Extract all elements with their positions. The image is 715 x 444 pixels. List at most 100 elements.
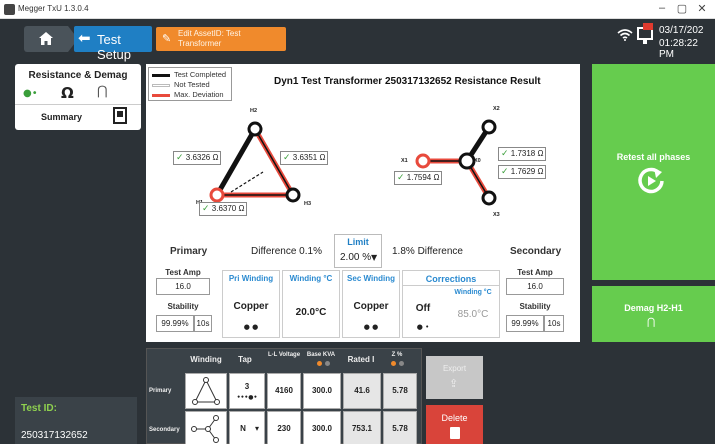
test-id-panel: Test ID: 250317132652: [15, 397, 137, 444]
winding-temp-field[interactable]: Winding °C 20.0°C: [282, 270, 340, 338]
pager-dots: ● ●: [243, 323, 259, 331]
divider: [15, 104, 141, 105]
secondary-rated-i: 753.1: [343, 411, 381, 444]
edit-asset-label: Edit AssetID: Test Transformer: [178, 29, 241, 48]
retest-all-phases-button[interactable]: Retest all phases: [592, 64, 715, 280]
node-h2-label: H2: [250, 108, 258, 114]
primary-h1-h3-value: ✓ 3.6370 Ω: [199, 202, 248, 216]
secondary-kva[interactable]: 300.0: [303, 411, 341, 444]
primary-z[interactable]: 5.78: [383, 373, 417, 409]
primary-delta-diagram: [209, 121, 301, 203]
demag-label: Demag H2-H1: [624, 303, 683, 313]
check-icon: ✓: [202, 204, 210, 214]
row-label-primary: Primary: [149, 388, 172, 394]
page-indicator-dots: ●•: [23, 88, 38, 99]
date-display: 03/17/202: [659, 25, 704, 36]
primary-voltage[interactable]: 4160: [267, 373, 301, 409]
retest-icon: [638, 167, 664, 194]
minimize-button[interactable]: –: [655, 2, 669, 14]
header-tap: Tap: [238, 355, 252, 364]
primary-tap-selector[interactable]: 3 •••●•: [229, 373, 265, 409]
back-arrow-icon: ⬅: [78, 29, 91, 47]
secondary-wye-diagram: [415, 119, 497, 206]
check-icon: ✓: [176, 153, 184, 163]
corr-winding-title: Winding °C: [454, 289, 492, 296]
edit-asset-button[interactable]: ✎ Edit AssetID: Test Transformer: [156, 27, 286, 51]
export-button[interactable]: Export ⇪: [426, 356, 483, 399]
sec-winding-value: Copper: [353, 301, 389, 312]
document-icon[interactable]: [113, 107, 127, 124]
primary-h2-h3-value: ✓ 3.6351 Ω: [280, 151, 329, 165]
test-id-value: 250317132652: [21, 430, 88, 441]
close-button[interactable]: ✕: [695, 2, 709, 15]
test-type-panel: Resistance & Demag ●• Ω ⋂ Summary: [15, 64, 141, 130]
resistance-icon[interactable]: Ω: [61, 84, 74, 102]
pri-winding-selector[interactable]: Pri Winding Copper ● ●: [222, 270, 280, 338]
alert-indicator: [643, 23, 653, 30]
node-x1-label: X1: [401, 158, 408, 164]
window-titlebar: Megger TxU 1.3.0.4 – ▢ ✕: [0, 0, 715, 19]
delete-button[interactable]: Delete: [426, 405, 483, 444]
home-icon: [39, 32, 53, 45]
primary-stability-time: 10s: [194, 315, 212, 332]
primary-difference: Difference 0.1%: [251, 246, 322, 257]
top-navigation-bar: ⬅ Test Setup ✎ Edit AssetID: Test Transf…: [0, 19, 715, 62]
legend-item-max-deviation: Max. Deviation: [152, 90, 232, 100]
summary-label[interactable]: Summary: [41, 112, 82, 122]
test-setup-button[interactable]: ⬅ Test Setup: [74, 26, 152, 62]
limit-title: Limit: [347, 237, 369, 247]
header-rated-i: Rated I: [347, 355, 375, 364]
secondary-label: Secondary: [510, 246, 562, 257]
primary-stability-label: Stability: [167, 302, 199, 311]
header-kva: Base KVA: [306, 352, 336, 358]
results-title: Dyn1 Test Transformer 250317132652 Resis…: [274, 76, 541, 87]
resistance-results-panel: Test Completed Not Tested Max. Deviation…: [146, 64, 580, 342]
demag-button[interactable]: Demag H2-H1 ⋂: [592, 286, 715, 342]
secondary-tap-selector[interactable]: N ▾: [229, 411, 265, 444]
header-voltage: L-L Voltage: [267, 352, 301, 358]
secondary-winding-diagram-cell[interactable]: [185, 411, 227, 444]
test-id-label: Test ID:: [21, 403, 57, 414]
limit-select[interactable]: Limit 2.00 % ▼: [334, 234, 382, 268]
primary-test-amp-field[interactable]: 16.0: [156, 278, 210, 295]
secondary-stability-value: 99.99%: [506, 315, 544, 332]
home-button[interactable]: [24, 26, 78, 52]
time-display: 01:28:22 PM: [659, 38, 698, 60]
secondary-x2-x0-value: ✓ 1.7318 Ω: [498, 147, 547, 161]
node-h3-label: H3: [304, 201, 312, 207]
pri-winding-value: Copper: [233, 301, 269, 312]
kva-indicator-dot: [317, 361, 322, 366]
legend-swatch: [152, 84, 170, 87]
maximize-button[interactable]: ▢: [675, 2, 689, 15]
check-icon: ✓: [501, 149, 509, 159]
primary-label: Primary: [170, 246, 208, 257]
delete-label: Delete: [441, 413, 468, 423]
wye-icon: [191, 415, 219, 443]
secondary-z[interactable]: 5.78: [383, 411, 417, 444]
legend-item-completed: Test Completed: [152, 70, 232, 80]
sec-winding-selector[interactable]: Sec Winding Copper ● ●: [342, 270, 400, 338]
row-label-secondary: Secondary: [149, 427, 180, 433]
z-indicator-dot: [391, 361, 396, 366]
magnet-icon[interactable]: ⋂: [97, 84, 108, 99]
winding-table: Winding Tap L-L Voltage Base KVA Rated I…: [146, 348, 422, 444]
corrections-group: Corrections Off ● • Winding °C 85.0°C: [402, 270, 500, 338]
corrections-toggle[interactable]: Off ● •: [403, 287, 443, 337]
corr-winding-value: 85.0°C: [457, 309, 489, 320]
delta-icon: [192, 377, 220, 405]
status-area: 03/17/202 01:28:22 PM: [615, 23, 715, 60]
check-icon: ✓: [283, 153, 291, 163]
legend-swatch: [152, 74, 170, 77]
primary-kva[interactable]: 300.0: [303, 373, 341, 409]
secondary-test-amp-label: Test Amp: [517, 268, 553, 277]
export-label: Export: [442, 364, 467, 373]
dropdown-caret-icon: ▼: [371, 253, 378, 262]
secondary-test-amp-field[interactable]: 16.0: [506, 278, 564, 295]
secondary-voltage[interactable]: 230: [267, 411, 301, 444]
app-icon: [4, 4, 15, 15]
wifi-icon: [617, 29, 633, 41]
header-z-percent: Z %: [391, 352, 403, 358]
primary-test-amp-label: Test Amp: [165, 268, 201, 277]
primary-winding-diagram-cell[interactable]: [185, 373, 227, 409]
pager-dots: ● ●: [363, 323, 379, 331]
